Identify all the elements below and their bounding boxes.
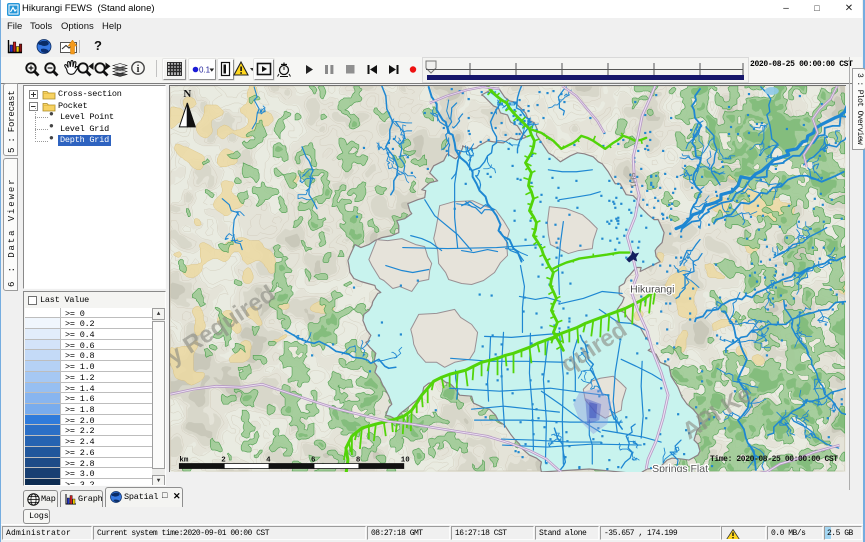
svg-text:2: 2 xyxy=(221,457,226,465)
svg-text:10: 10 xyxy=(401,457,410,465)
svg-text:4: 4 xyxy=(266,457,271,465)
svg-text:0.1: 0.1 xyxy=(199,66,211,75)
svg-text:8: 8 xyxy=(356,457,361,465)
svg-text:Time: 2020-08-25 00:00:00 CST: Time: 2020-08-25 00:00:00 CST xyxy=(710,455,838,464)
svg-text:Hikurangi: Hikurangi xyxy=(630,284,674,295)
svg-text:N: N xyxy=(183,88,191,100)
svg-text:i: i xyxy=(137,64,140,75)
svg-text:Springs Flat: Springs Flat xyxy=(652,464,708,472)
svg-text:6: 6 xyxy=(311,457,316,465)
